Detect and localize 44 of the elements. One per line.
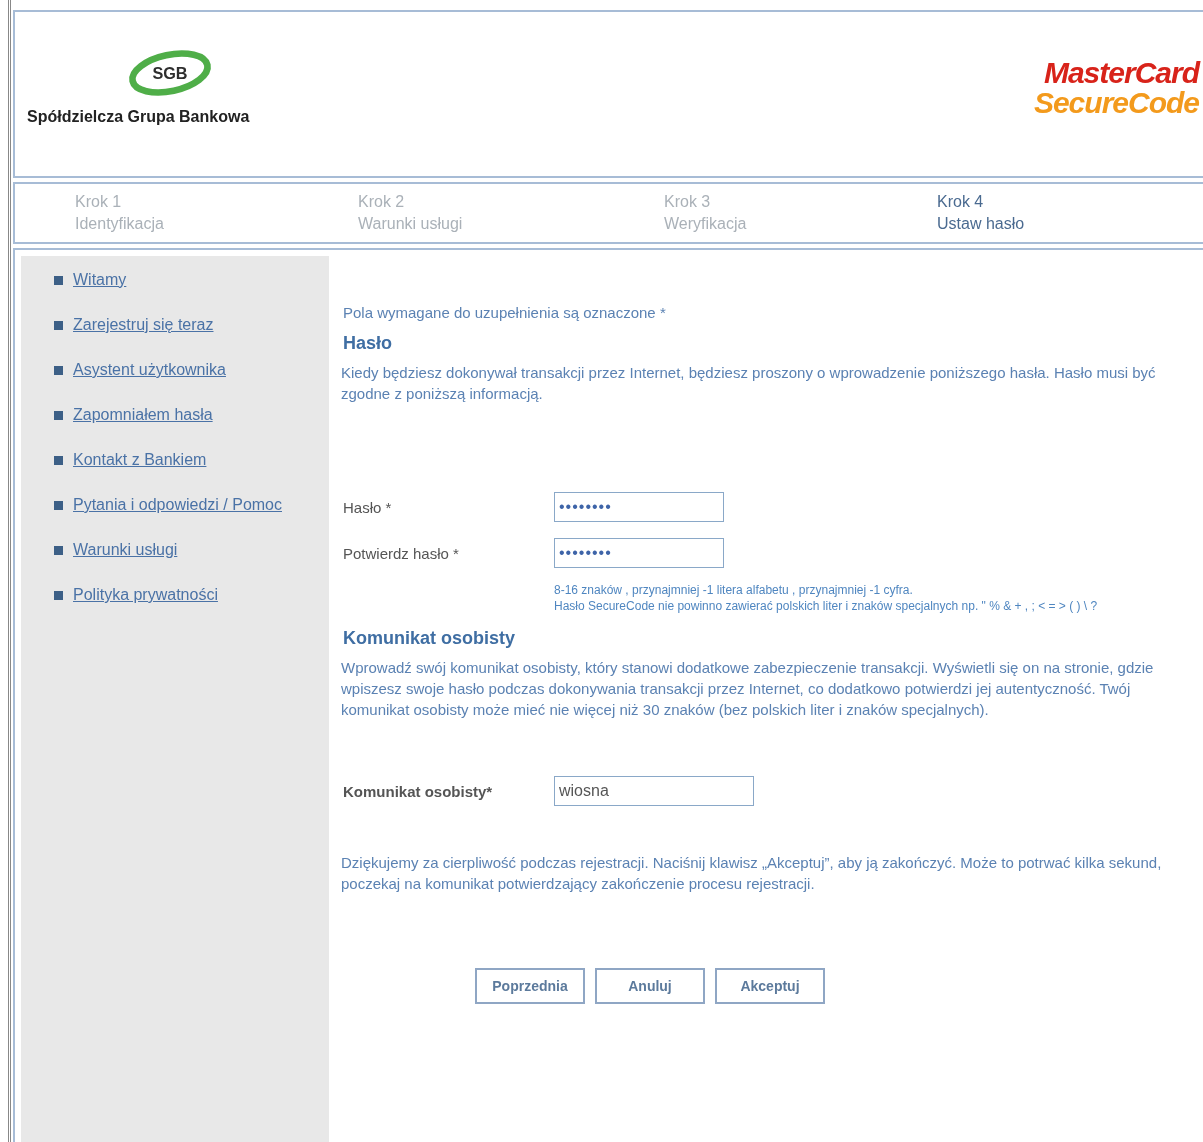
sidebar-link[interactable]: Zapomniałem hasła [73,406,213,424]
bullet-icon [54,320,63,330]
field-label: Komunikat osobisty* [343,782,494,800]
form-button[interactable]: Akceptuj [715,968,825,1004]
step-label: Weryfikacja [664,214,747,234]
section-title: Hasło [343,333,394,354]
closing-note: Dziękujemy za cierpliwość podczas rejestracji. Naciśnij klawisz „Akceptuj”, aby ją zakończyć. Może to potrwać kilka sekund, poczekaj na komunikat potwierdzający zakończenie procesu rejestracji. [341,853,1163,894]
section-description: Kiedy będziesz dokonywał transakcji przez Internet, będziesz proszony o wprowadzenie poniższego hasła. Hasło musi być zgodne z poniższą informacją. [341,363,1157,404]
bullet-icon [54,545,63,555]
field-label: Potwierdz hasło * [343,544,460,562]
required-note: Pola wymagane do uzupełnienia są oznaczone * [342,304,667,321]
sidebar-link[interactable]: Warunki usługi [73,541,178,559]
sidebar-link[interactable]: Zarejestruj się teraz [73,316,214,334]
bank-name: Spółdzielcza Grupa Bankowa [27,108,250,126]
bullet-icon [54,410,63,420]
step-number: Krok 3 [664,192,711,212]
sidebar-link[interactable]: Pytania i odpowiedzi / Pomoc [73,496,282,514]
field-label: Hasło * [343,498,393,516]
step-label: Identyfikacja [75,214,164,234]
brand-logo: MasterCard SecureCode [1033,55,1199,118]
password-field[interactable]: •••••••• [554,538,724,568]
bullet-icon [54,455,63,465]
bullet-icon [54,275,63,285]
form-button[interactable]: Poprzednia [475,968,585,1004]
sidebar-link[interactable]: Witamy [73,271,127,289]
sidebar-link[interactable]: Asystent użytkownika [73,361,226,379]
bullet-icon [54,500,63,510]
bank-logo: SGB [127,48,213,98]
bullet-icon [54,590,63,600]
password-hint: 8-16 znaków , przynajmniej -1 litera alfabetu , przynajmniej -1 cyfra. [554,582,914,598]
form-button[interactable]: Anuluj [595,968,705,1004]
step-number: Krok 4 [937,192,984,212]
bullet-icon [54,365,63,375]
sidebar-link[interactable]: Kontakt z Bankiem [73,451,207,469]
step-number: Krok 1 [75,192,122,212]
step-label: Ustaw hasło [937,214,1025,234]
section-title: Komunikat osobisty [343,628,517,649]
step-number: Krok 2 [358,192,405,212]
sidebar-link[interactable]: Polityka prywatności [73,586,218,604]
section-description: Wprowadź swój komunikat osobisty, który stanowi dodatkowe zabezpieczenie transakcji. Wyświetli się on na stronie, gdzie wpiszesz swoje hasło podczas dokonywania transakcji przez Internet, co dodatkowo potwierdzi jej autentyczność. Twój komunikat osobisty może mieć nie więcej niż 30 znaków (bez polskich liter i znaków specjalnych). [341,658,1155,720]
password-hint: Hasło SecureCode nie powinno zawierać polskich liter i znaków specjalnych np. " % & + , ; < = > ( ) \ ? [554,598,1099,614]
step-label: Warunki usługi [358,214,463,234]
message-field[interactable]: wiosna [554,776,754,806]
password-field[interactable]: •••••••• [554,492,724,522]
